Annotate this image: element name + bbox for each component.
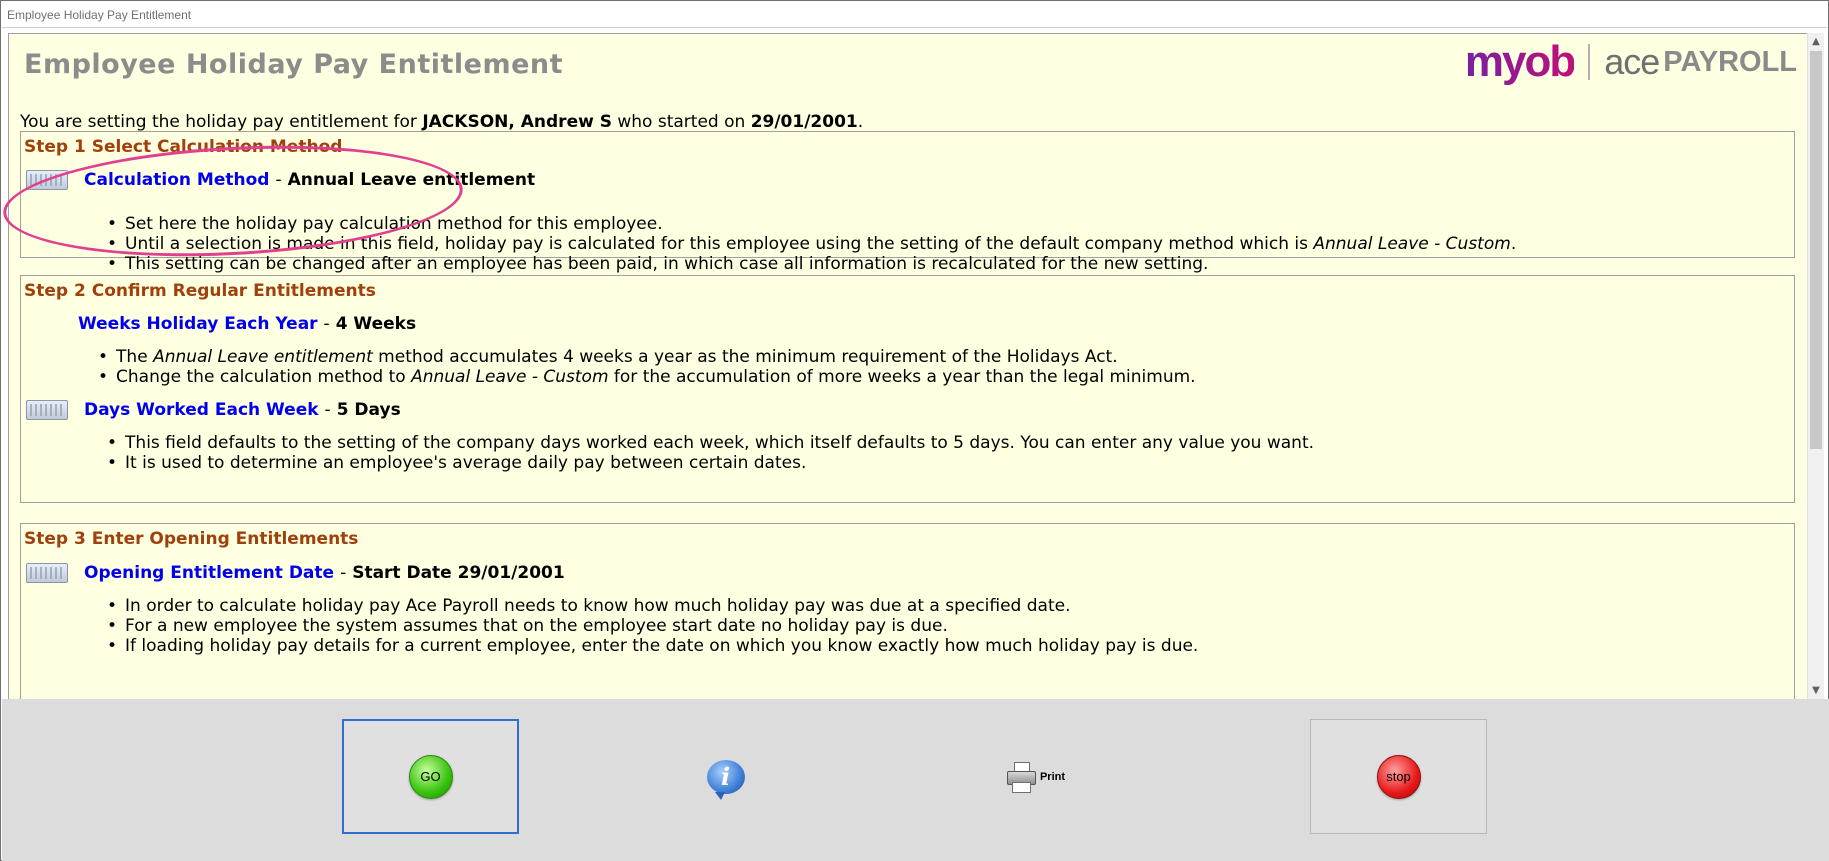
window-frame: Employee Holiday Pay Entitlement Employe…	[0, 0, 1829, 861]
title-bar: Employee Holiday Pay Entitlement	[2, 2, 1827, 28]
days-worked-value: 5 Days	[336, 400, 401, 420]
list-item: In order to calculate holiday pay Ace Pa…	[107, 596, 1198, 616]
calculation-method-link[interactable]: Calculation Method	[84, 170, 269, 190]
myob-ace-payroll-logo: myob ace PAYROLL	[1465, 37, 1797, 86]
logo-ace: ace	[1604, 41, 1660, 82]
stop-orb-icon: stop	[1376, 754, 1421, 799]
logo-payroll: PAYROLL	[1663, 45, 1797, 78]
logo-myob: myob	[1464, 37, 1576, 86]
days-bullets: This field defaults to the setting of th…	[107, 433, 1314, 473]
keyboard-icon[interactable]	[26, 170, 68, 190]
step1-section: Step 1 Select Calculation Method Calcula…	[20, 131, 1795, 274]
list-item: Change the calculation method to Annual …	[98, 367, 1196, 387]
go-button[interactable]: GO	[342, 719, 519, 834]
calculation-method-row: Calculation Method - Annual Leave entitl…	[26, 170, 535, 190]
step3-bullets: In order to calculate holiday pay Ace Pa…	[107, 596, 1198, 656]
list-item: This setting can be changed after an emp…	[107, 254, 1516, 274]
step1-bullets: Set here the holiday pay calculation met…	[107, 214, 1516, 274]
step2-section: Step 2 Confirm Regular Entitlements Week…	[20, 275, 1795, 503]
keyboard-icon[interactable]	[26, 563, 68, 583]
opening-entitlement-row: Opening Entitlement Date - Start Date 29…	[26, 563, 565, 583]
list-item: If loading holiday pay details for a cur…	[107, 636, 1198, 656]
list-item: It is used to determine an employee's av…	[107, 453, 1314, 473]
opening-entitlement-link[interactable]: Opening Entitlement Date	[84, 563, 334, 583]
list-item: Set here the holiday pay calculation met…	[107, 214, 1516, 234]
days-worked-link[interactable]: Days Worked Each Week	[84, 400, 319, 420]
step3-section: Step 3 Enter Opening Entitlements Openin…	[20, 523, 1795, 699]
print-button[interactable]: Print	[947, 719, 1124, 834]
days-worked-row: Days Worked Each Week - 5 Days	[26, 400, 401, 420]
scroll-thumb[interactable]	[1810, 51, 1822, 449]
list-item: Until a selection is made in this field,…	[107, 234, 1516, 254]
info-button[interactable]: i	[637, 719, 814, 834]
stop-button[interactable]: stop	[1310, 719, 1487, 834]
scroll-up-arrow-icon[interactable]: ▲	[1808, 33, 1824, 50]
employee-name: JACKSON, Andrew S	[422, 112, 612, 132]
weeks-holiday-value: 4 Weeks	[335, 314, 417, 334]
list-item: This field defaults to the setting of th…	[107, 433, 1314, 453]
page-title: Employee Holiday Pay Entitlement	[24, 49, 564, 80]
employee-start-date: 29/01/2001	[750, 112, 858, 132]
weeks-holiday-link[interactable]: Weeks Holiday Each Year	[78, 314, 318, 334]
keyboard-icon[interactable]	[26, 400, 68, 420]
calculation-method-value: Annual Leave entitlement	[287, 170, 536, 190]
window-title: Employee Holiday Pay Entitlement	[7, 8, 192, 22]
footer-toolbar: GO i Print stop	[2, 699, 1829, 861]
step3-title: Step 3 Enter Opening Entitlements	[24, 529, 359, 549]
weeks-holiday-row: Weeks Holiday Each Year - 4 Weeks	[78, 314, 417, 334]
info-icon: i	[706, 759, 745, 800]
opening-entitlement-value: Start Date 29/01/2001	[352, 563, 565, 583]
content-panel: Employee Holiday Pay Entitlement myob ac…	[8, 33, 1808, 700]
intro-text: You are setting the holiday pay entitlem…	[20, 112, 864, 132]
printer-icon	[1006, 761, 1036, 793]
step2-title: Step 2 Confirm Regular Entitlements	[24, 281, 376, 301]
step1-title: Step 1 Select Calculation Method	[24, 137, 343, 157]
list-item: The Annual Leave entitlement method accu…	[98, 347, 1196, 367]
list-item: For a new employee the system assumes th…	[107, 616, 1198, 636]
go-orb-icon: GO	[408, 754, 453, 799]
logo-separator	[1588, 44, 1591, 80]
weeks-bullets: The Annual Leave entitlement method accu…	[98, 347, 1196, 387]
vertical-scrollbar[interactable]: ▲ ▼	[1807, 33, 1824, 699]
scroll-down-arrow-icon[interactable]: ▼	[1808, 682, 1824, 699]
print-label: Print	[1039, 770, 1066, 783]
